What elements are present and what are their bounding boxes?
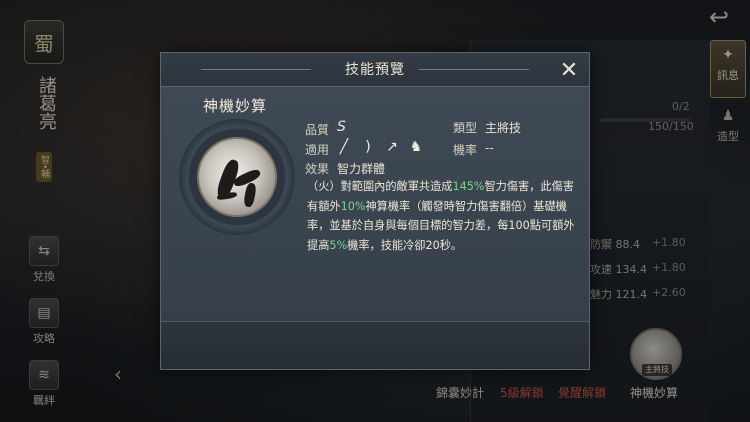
effect-value: 智力群體 [337, 162, 386, 176]
skill-name: 神機妙算 [203, 97, 268, 115]
skill-description: （火）對範圍內的敵軍共造成145%智力傷害，此傷害有額外10%神算機率（觸發時智… [307, 180, 575, 252]
type-label: 類型 [453, 121, 478, 135]
rate-value: -- [485, 141, 494, 155]
close-button[interactable]: ✕ [555, 57, 583, 85]
modal-title: 技能預覽 [345, 62, 405, 78]
skill-medallion [179, 119, 295, 235]
bow-icon: ) [365, 139, 371, 155]
quality-label: 品質 [305, 123, 330, 137]
applicable-weapons: ╱ ) ↗ ♞ [336, 139, 424, 155]
modal-footer [161, 321, 589, 369]
skill-preview-modal: 技能預覽 ✕ 神機妙算 品質 S 類型 主將技 適用 ╱ ) ↗ ♞ 機率 --… [160, 52, 590, 370]
sword-icon: ╱ [339, 139, 349, 155]
modal-header: 技能預覽 ✕ [161, 53, 589, 87]
spear-icon: ↗ [386, 139, 398, 155]
effect-label: 效果 [305, 162, 330, 176]
quality-value: S [337, 119, 346, 135]
skill-ink-art [197, 137, 277, 217]
rate-label: 機率 [453, 143, 478, 157]
type-value: 主將技 [485, 121, 522, 135]
applicable-label: 適用 [305, 143, 330, 157]
horse-icon: ♞ [409, 139, 423, 155]
